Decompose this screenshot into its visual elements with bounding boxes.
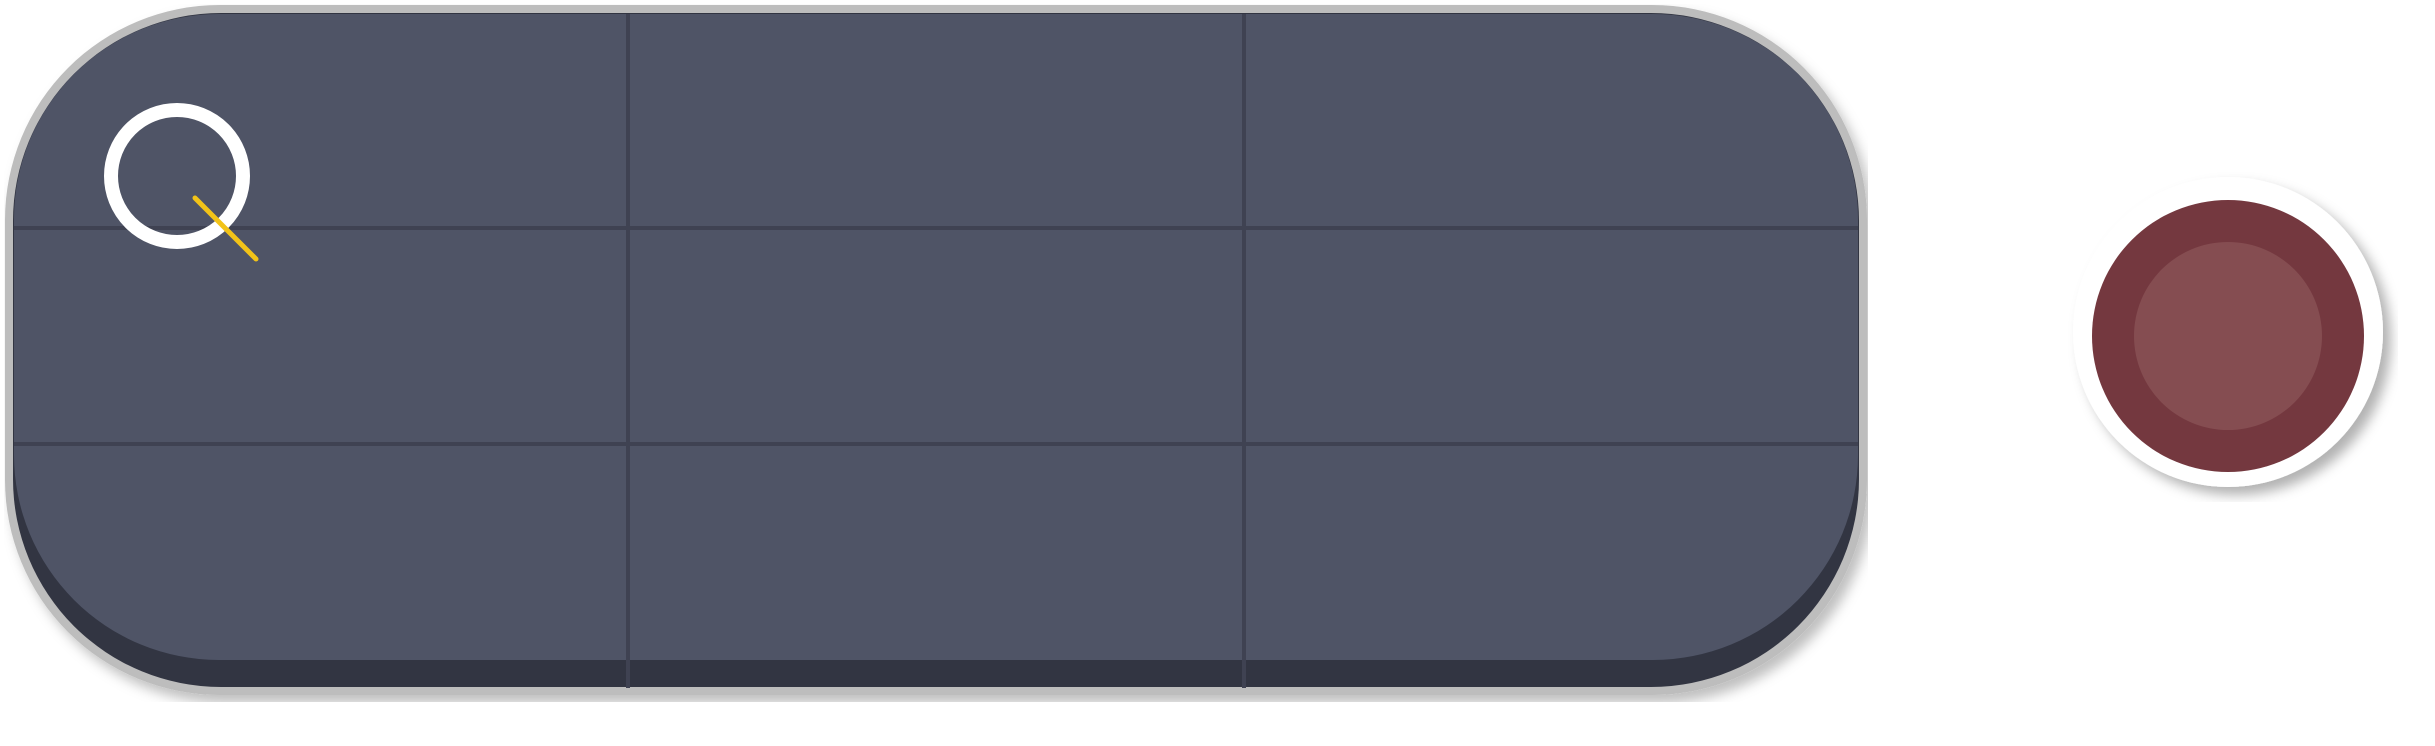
record-button[interactable] <box>2068 172 2398 502</box>
search-panel[interactable] <box>4 4 1868 702</box>
app-stage <box>0 0 2435 746</box>
record-icon <box>2073 177 2383 487</box>
search-panel-graphic <box>5 5 1867 695</box>
panel-face <box>14 14 1858 660</box>
